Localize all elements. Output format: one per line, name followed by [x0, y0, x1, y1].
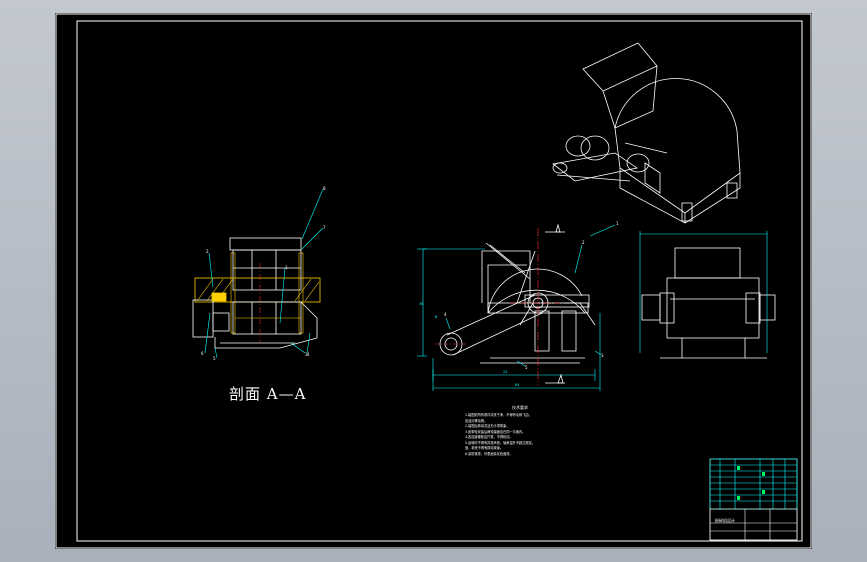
technical-notes: 技术要求 1.装配前所有零件清洗干净，不得有毛刺飞边。 及油污等杂物。 2.装配… [465, 405, 575, 457]
callout-label: 36 [419, 302, 423, 306]
callout-label: 6 [201, 351, 204, 356]
callout-label: 2 [582, 240, 585, 245]
notes-title: 技术要求 [512, 405, 528, 410]
callout-label: 4 [307, 352, 310, 357]
front-view [439, 242, 596, 364]
title-block-label: 粉碎机设计 [715, 518, 735, 523]
callout-label: 1 [616, 221, 619, 226]
callout-label: 25 [503, 370, 507, 374]
callout-label: 5 [213, 356, 216, 361]
callout-label: 2 [206, 249, 209, 254]
side-view-dims [639, 231, 768, 353]
callout-label: 4 [444, 312, 447, 317]
section-leaders [204, 188, 324, 359]
drawing-sheet: 8 7 2 1 3 4 5 6 1 2 3 4 5 36 25 84 B 剖面 A—A 技术要… [55, 13, 812, 549]
callout-label: 1 [285, 265, 288, 270]
note-line: 6.涂防锈漆，外表面涂灰色面漆。 [465, 451, 513, 456]
callout-label: 3 [601, 353, 604, 358]
callout-label: 8 [323, 186, 326, 191]
callout-label: B [435, 315, 438, 319]
callout-label: 84 [515, 383, 520, 387]
side-view [641, 247, 776, 359]
cad-drawing: 8 7 2 1 3 4 5 6 12345 362584B [55, 13, 812, 549]
section-callouts: 87213 456 [201, 186, 326, 361]
front-dim-labels: 36 25 84 B [419, 302, 520, 387]
callout-label: 5 [525, 365, 528, 370]
section-label: 剖面 A—A [229, 385, 307, 403]
outer-border [55, 13, 812, 549]
callout-label: 7 [323, 225, 326, 230]
front-view-dims [417, 224, 616, 391]
inner-border [76, 20, 803, 542]
isometric-view [552, 42, 741, 224]
